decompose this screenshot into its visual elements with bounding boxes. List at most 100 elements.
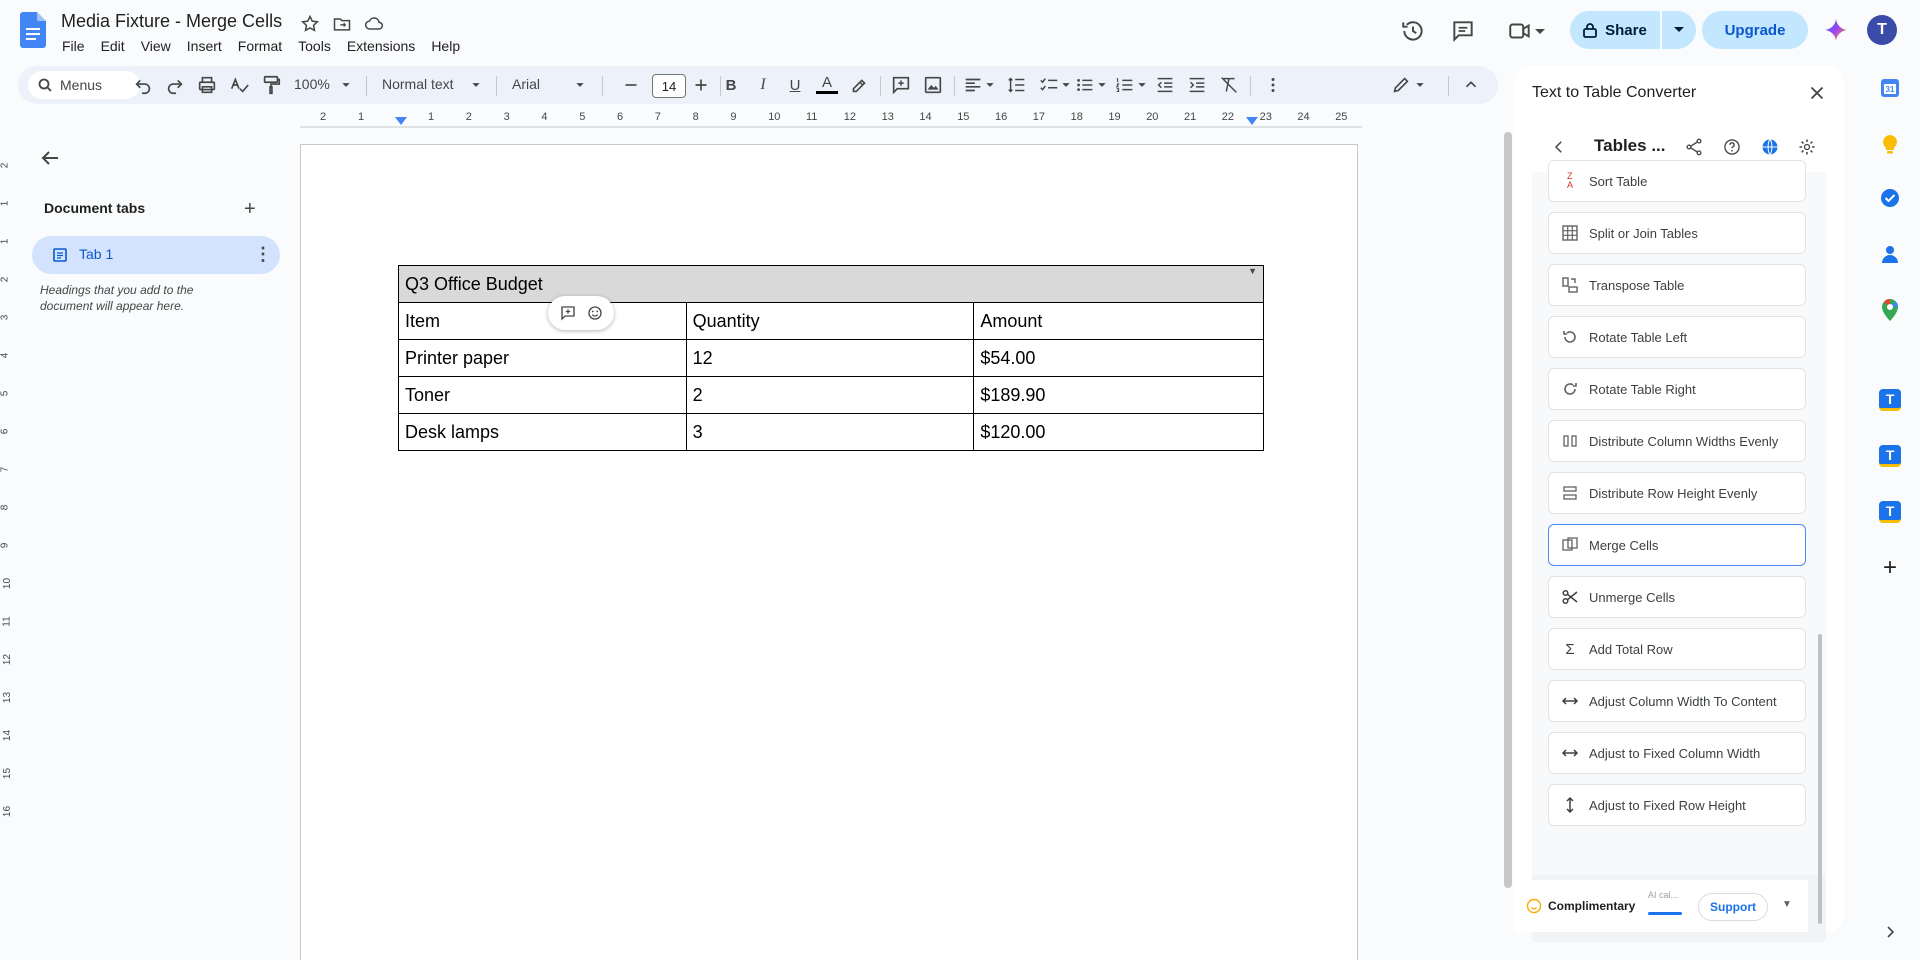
table-cell[interactable]: Amount	[973, 302, 1264, 340]
menu-tools[interactable]: Tools	[290, 36, 339, 56]
paint-format-icon[interactable]	[260, 74, 282, 96]
style-chevron-down-icon[interactable]	[470, 74, 482, 96]
adjust-column-width-to-content-button[interactable]: Adjust Column Width To Content	[1548, 680, 1806, 722]
back-arrow-icon[interactable]	[38, 146, 62, 170]
add-tab-plus-icon[interactable]: +	[244, 198, 256, 221]
support-button[interactable]: Support	[1698, 893, 1768, 921]
line-spacing-icon[interactable]	[1006, 74, 1028, 96]
decrease-font-size-icon[interactable]	[620, 74, 642, 96]
document-table[interactable]: Q3 Office Budget ▼ Item Quantity Amount …	[398, 265, 1264, 451]
text-color-icon[interactable]: A	[816, 74, 838, 94]
cell-menu-caret-icon[interactable]: ▼	[1248, 266, 1257, 276]
unmerge-cells-button[interactable]: Unmerge Cells	[1548, 576, 1806, 618]
numbered-list-icon[interactable]	[1114, 74, 1136, 96]
tasks-icon[interactable]	[1878, 186, 1902, 210]
tab-item-tab-1[interactable]: Tab 1 ⋮	[32, 236, 280, 274]
redo-icon[interactable]	[164, 74, 186, 96]
menu-file[interactable]: File	[54, 36, 93, 56]
editing-mode-chevron-down-icon[interactable]	[1414, 74, 1426, 96]
expand-panel-chevron-icon[interactable]	[1878, 920, 1902, 944]
menu-extensions[interactable]: Extensions	[339, 36, 423, 56]
sort-table-button[interactable]: ZA Sort Table	[1548, 160, 1806, 202]
table-cell[interactable]: Desk lamps	[398, 413, 687, 451]
meet-chevron-down-icon[interactable]	[1533, 18, 1547, 44]
add-comment-icon[interactable]	[559, 304, 577, 322]
move-folder-icon[interactable]	[332, 14, 352, 34]
comments-icon[interactable]	[1450, 18, 1476, 44]
table-cell[interactable]: 2	[685, 376, 975, 414]
rotate-table-right-button[interactable]: Rotate Table Right	[1548, 368, 1806, 410]
menu-edit[interactable]: Edit	[93, 36, 133, 56]
merge-cells-button[interactable]: Merge Cells	[1548, 524, 1806, 566]
rotate-table-left-button[interactable]: Rotate Table Left	[1548, 316, 1806, 358]
clear-formatting-icon[interactable]	[1218, 74, 1240, 96]
adjust-fixed-row-height-button[interactable]: Adjust to Fixed Row Height	[1548, 784, 1806, 826]
table-addon-icon[interactable]: T	[1878, 388, 1902, 412]
insert-comment-icon[interactable]	[890, 74, 912, 96]
cloud-saved-icon[interactable]	[364, 14, 384, 34]
italic-icon[interactable]: I	[752, 74, 774, 96]
maps-icon[interactable]	[1878, 298, 1902, 322]
distribute-row-height-button[interactable]: Distribute Row Height Evenly	[1548, 472, 1806, 514]
print-icon[interactable]	[196, 74, 218, 96]
search-menus-button[interactable]: Menus	[28, 71, 140, 99]
font-size-input[interactable]: 14	[652, 74, 686, 98]
underline-icon[interactable]: U	[784, 74, 806, 96]
star-icon[interactable]	[300, 14, 320, 34]
distribute-column-widths-button[interactable]: Distribute Column Widths Evenly	[1548, 420, 1806, 462]
table-cell[interactable]: $120.00	[973, 413, 1264, 451]
menu-format[interactable]: Format	[230, 36, 290, 56]
spellcheck-icon[interactable]	[228, 74, 250, 96]
calendar-icon[interactable]: 31	[1878, 76, 1902, 100]
table-cell[interactable]: Toner	[398, 376, 687, 414]
increase-indent-icon[interactable]	[1186, 74, 1208, 96]
table-cell[interactable]: Quantity	[685, 302, 975, 340]
version-history-icon[interactable]	[1400, 18, 1426, 44]
undo-icon[interactable]	[132, 74, 154, 96]
bold-icon[interactable]: B	[720, 74, 742, 96]
menu-help[interactable]: Help	[423, 36, 468, 56]
document-scrollbar[interactable]	[1504, 132, 1512, 888]
zoom-chevron-down-icon[interactable]	[340, 74, 352, 96]
table-cell[interactable]: $189.90	[973, 376, 1264, 414]
adjust-fixed-column-width-button[interactable]: Adjust to Fixed Column Width	[1548, 732, 1806, 774]
bullet-chevron-down-icon[interactable]	[1096, 74, 1108, 96]
font-select[interactable]: Arial	[512, 76, 540, 92]
menu-view[interactable]: View	[133, 36, 179, 56]
tab-more-options-icon[interactable]: ⋮	[254, 244, 272, 265]
table-cell[interactable]: Printer paper	[398, 339, 687, 377]
keep-icon[interactable]	[1878, 132, 1902, 156]
table-cell[interactable]: Item	[398, 302, 687, 340]
table-addon-icon[interactable]: T	[1878, 444, 1902, 468]
meet-icon[interactable]	[1507, 18, 1533, 44]
gear-icon[interactable]	[1797, 137, 1817, 157]
bulleted-list-icon[interactable]	[1074, 74, 1096, 96]
share-button[interactable]: Share	[1570, 11, 1660, 49]
align-chevron-down-icon[interactable]	[984, 74, 996, 96]
document-title[interactable]: Media Fixture - Merge Cells	[61, 11, 282, 32]
split-join-tables-button[interactable]: Split or Join Tables	[1548, 212, 1806, 254]
numbered-chevron-down-icon[interactable]	[1136, 74, 1148, 96]
left-indent-marker-icon[interactable]	[394, 116, 408, 126]
highlight-icon[interactable]	[848, 74, 870, 96]
chevron-left-icon[interactable]	[1550, 138, 1568, 156]
table-addon-icon[interactable]: T	[1878, 500, 1902, 524]
font-chevron-down-icon[interactable]	[574, 74, 586, 96]
zoom-select[interactable]: 100%	[294, 76, 330, 92]
table-cell[interactable]: 3	[685, 413, 975, 451]
checklist-chevron-down-icon[interactable]	[1060, 74, 1072, 96]
more-options-icon[interactable]	[1262, 74, 1284, 96]
share-icon[interactable]	[1684, 137, 1704, 157]
checklist-icon[interactable]	[1038, 74, 1060, 96]
transpose-table-button[interactable]: Transpose Table	[1548, 264, 1806, 306]
increase-font-size-icon[interactable]	[690, 74, 712, 96]
table-title-cell[interactable]: Q3 Office Budget ▼	[398, 265, 1264, 303]
upgrade-button[interactable]: Upgrade	[1702, 11, 1808, 49]
insert-image-icon[interactable]	[922, 74, 944, 96]
docs-logo-icon[interactable]	[20, 12, 46, 48]
close-icon[interactable]	[1806, 82, 1828, 104]
menu-insert[interactable]: Insert	[179, 36, 230, 56]
decrease-indent-icon[interactable]	[1154, 74, 1176, 96]
paragraph-style-select[interactable]: Normal text	[382, 76, 454, 92]
addon-scrollbar[interactable]	[1818, 634, 1822, 924]
